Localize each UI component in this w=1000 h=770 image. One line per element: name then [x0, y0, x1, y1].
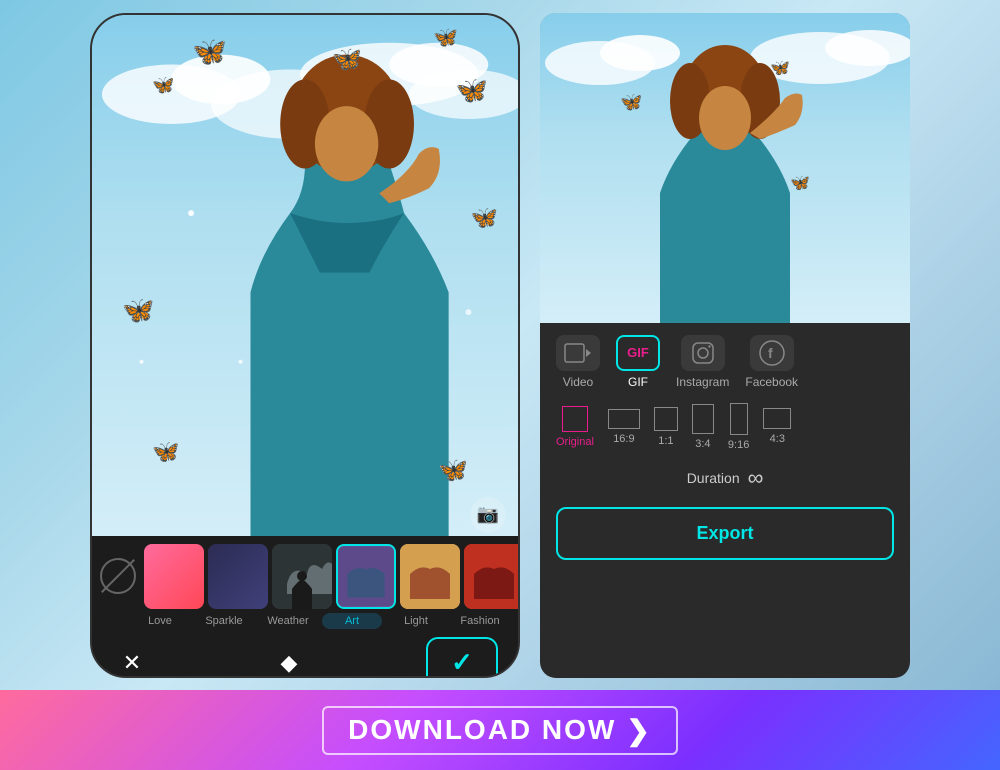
butterfly-6: 🦋 — [471, 205, 498, 231]
no-filter-button[interactable] — [100, 558, 136, 594]
duration-row: Duration ∞ — [556, 465, 894, 491]
svg-text:🦋: 🦋 — [620, 92, 642, 112]
butterfly-2: 🦋 — [332, 45, 362, 74]
aspect-shape-3-4 — [692, 404, 714, 434]
butterfly-8: 🦋 — [152, 439, 179, 465]
duration-value: ∞ — [748, 465, 764, 491]
left-photo-area: 🦋 🦋 🦋 🦋 🦋 🦋 🦋 🦋 🦋 📷 — [92, 15, 518, 545]
aspect-shape-9-16 — [730, 403, 748, 435]
filter-thumb-art[interactable] — [336, 544, 396, 609]
butterfly-5: 🦋 — [456, 75, 488, 106]
erase-button[interactable]: ◆ — [269, 650, 309, 676]
aspect-shape-4-3 — [763, 408, 791, 429]
aspect-label-3-4: 3:4 — [695, 438, 710, 450]
aspect-label-1-1: 1:1 — [658, 435, 673, 447]
filter-thumb-weather[interactable] — [272, 544, 332, 609]
video-format-label: Video — [563, 375, 593, 389]
butterfly-7: 🦋 — [122, 295, 154, 326]
download-arrow: ❯ — [626, 714, 651, 747]
filter-label-art: Art — [322, 613, 382, 629]
butterfly-4: 🦋 — [433, 25, 458, 50]
app-area: 🦋 🦋 🦋 🦋 🦋 🦋 🦋 🦋 🦋 📷 — [0, 0, 1000, 690]
filter-label-fashion: Fashion — [450, 615, 510, 627]
butterfly-3: 🦋 — [152, 75, 174, 96]
right-photo-preview: 🦋 🦋 🦋 — [540, 13, 910, 323]
left-phone: 🦋 🦋 🦋 🦋 🦋 🦋 🦋 🦋 🦋 📷 — [90, 13, 520, 678]
aspect-4-3[interactable]: 4:3 — [763, 408, 791, 445]
format-tab-gif[interactable]: GIF GIF — [616, 335, 660, 389]
butterfly-1: 🦋 — [192, 35, 227, 68]
aspect-label-4-3: 4:3 — [770, 433, 785, 445]
left-phone-toolbar: Love Sparkle Weather Art Light Fashion ✕… — [92, 536, 518, 676]
download-border: DOWNLOAD NOW ❯ — [322, 706, 678, 755]
aspect-3-4[interactable]: 3:4 — [692, 404, 714, 450]
right-panel: 🦋 🦋 🦋 Video GIF GIF — [540, 13, 910, 678]
instagram-format-icon — [681, 335, 725, 371]
filter-label-love: Love — [130, 615, 190, 627]
svg-text:🦋: 🦋 — [790, 175, 810, 192]
svg-text:f: f — [768, 345, 773, 361]
aspect-label-original: Original — [556, 436, 594, 448]
download-text: DOWNLOAD NOW ❯ — [348, 714, 652, 747]
aspect-original[interactable]: Original — [556, 406, 594, 448]
gif-format-icon: GIF — [616, 335, 660, 371]
instagram-format-label: Instagram — [676, 375, 729, 389]
download-label: DOWNLOAD NOW — [348, 714, 616, 746]
aspect-shape-16-9 — [608, 409, 640, 429]
svg-text:🦋: 🦋 — [770, 60, 790, 77]
filter-label-light: Light — [386, 615, 446, 627]
close-button[interactable]: ✕ — [112, 650, 152, 676]
butterfly-9: 🦋 — [438, 456, 468, 485]
facebook-format-icon: f — [750, 335, 794, 371]
aspect-shape-original — [562, 406, 588, 432]
aspect-ratio-tabs: Original 16:9 1:1 3:4 9:16 — [556, 403, 894, 451]
format-tab-instagram[interactable]: Instagram — [676, 335, 729, 389]
camera-icon[interactable]: 📷 — [470, 497, 506, 533]
aspect-label-9-16: 9:16 — [728, 439, 749, 451]
duration-label: Duration — [687, 470, 740, 486]
filter-thumb-love[interactable] — [144, 544, 204, 609]
download-banner[interactable]: DOWNLOAD NOW ❯ — [0, 690, 1000, 770]
aspect-1-1[interactable]: 1:1 — [654, 407, 678, 447]
filter-label-sparkle: Sparkle — [194, 615, 254, 627]
video-format-icon — [556, 335, 600, 371]
filter-thumb-sparkle[interactable] — [208, 544, 268, 609]
gif-format-label: GIF — [628, 375, 648, 389]
export-options: Video GIF GIF Instagram f Facebook — [540, 323, 910, 572]
aspect-9-16[interactable]: 9:16 — [728, 403, 749, 451]
filter-thumb-fashion[interactable] — [464, 544, 520, 609]
facebook-format-label: Facebook — [745, 375, 798, 389]
format-tab-video[interactable]: Video — [556, 335, 600, 389]
aspect-shape-1-1 — [654, 407, 678, 431]
filter-thumb-light[interactable] — [400, 544, 460, 609]
format-tabs: Video GIF GIF Instagram f Facebook — [556, 335, 894, 389]
filter-label-weather: Weather — [258, 615, 318, 627]
confirm-button[interactable]: ✓ — [426, 637, 498, 678]
format-tab-facebook[interactable]: f Facebook — [745, 335, 798, 389]
export-button[interactable]: Export — [556, 507, 894, 560]
aspect-label-16-9: 16:9 — [613, 433, 634, 445]
aspect-16-9[interactable]: 16:9 — [608, 409, 640, 445]
